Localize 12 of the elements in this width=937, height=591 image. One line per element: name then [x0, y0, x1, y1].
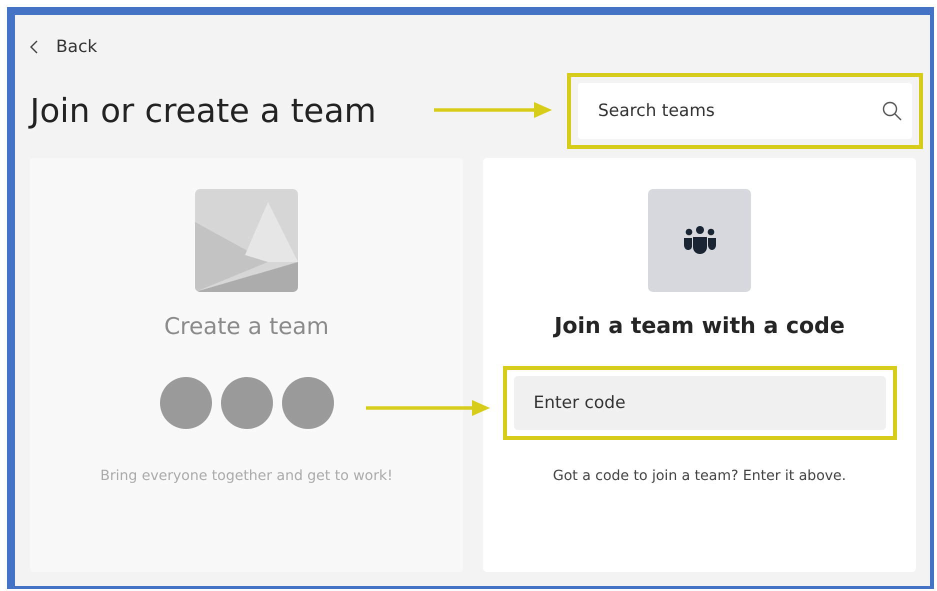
card-title: Create a team — [164, 312, 329, 342]
chevron-left-icon — [30, 40, 38, 54]
search-field[interactable]: Search teams — [578, 82, 912, 139]
code-field[interactable]: Enter code — [514, 376, 886, 430]
people-icon — [682, 225, 716, 256]
search-icon — [882, 100, 902, 121]
page-title: Join or create a team — [30, 91, 376, 130]
card-title: Join a team with a code — [554, 312, 845, 341]
team-card[interactable]: Join a team with a code Enter code Got a code to join a team? Enter it above. — [483, 158, 916, 572]
card-description: Got a code to join a team? Enter it above. — [552, 468, 846, 484]
back-button[interactable]: Back — [30, 33, 98, 61]
card-description: Bring everyone together and get to work! — [100, 468, 393, 484]
